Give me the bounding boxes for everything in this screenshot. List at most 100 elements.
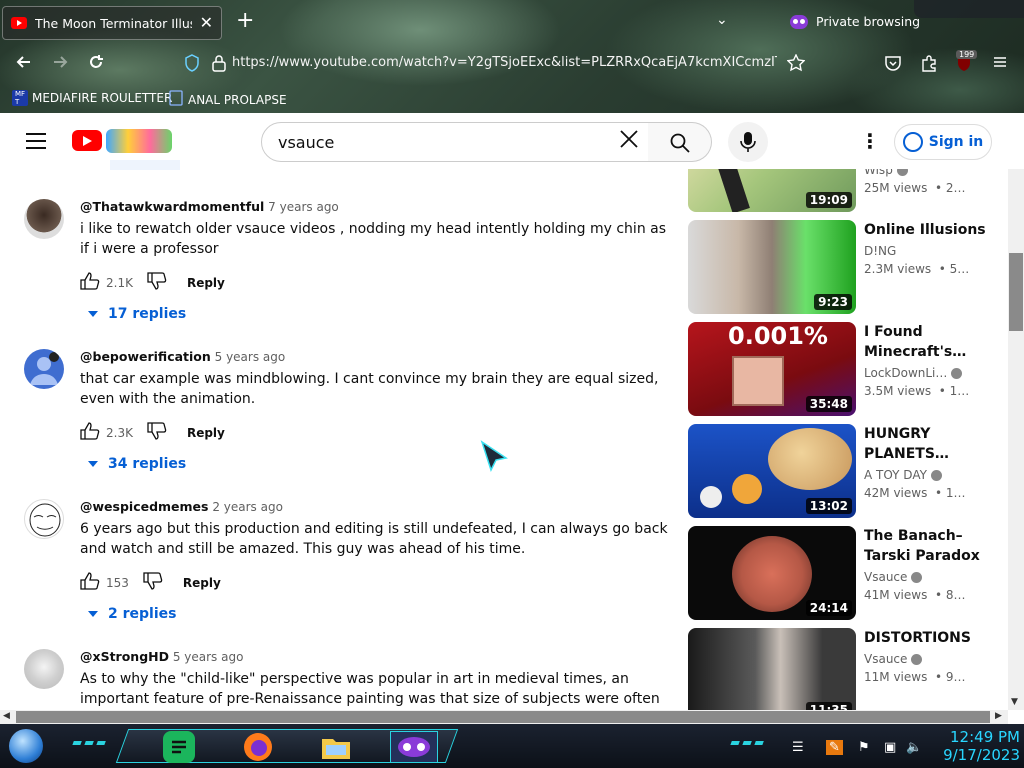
comment-author[interactable]: @Thatawkwardmomentful bbox=[80, 199, 264, 214]
notes-app-icon[interactable] bbox=[163, 731, 195, 763]
action-center-flag-icon[interactable]: ⚑ bbox=[858, 740, 870, 755]
video-card[interactable]: 9:23 Online Illusions D!NG 2.3M views • … bbox=[688, 220, 988, 314]
back-arrow-icon[interactable] bbox=[14, 52, 34, 77]
like-count: 2.1K bbox=[106, 275, 133, 290]
bookmark-star-icon[interactable] bbox=[786, 53, 806, 76]
vertical-scrollbar[interactable] bbox=[1008, 169, 1024, 710]
video-duration: 35:48 bbox=[805, 396, 852, 412]
comment-author[interactable]: @wespicedmemes bbox=[80, 499, 208, 514]
video-thumbnail[interactable]: 19:09 bbox=[688, 169, 856, 212]
reply-button[interactable]: Reply bbox=[187, 426, 225, 440]
like-icon[interactable] bbox=[80, 272, 100, 293]
tray-expand-icon[interactable]: ☰ bbox=[792, 740, 804, 755]
window-controls[interactable] bbox=[914, 0, 1024, 18]
avatar[interactable] bbox=[24, 199, 64, 239]
video-channel[interactable]: Vsauce bbox=[864, 652, 923, 666]
video-thumbnail[interactable]: 24:14 bbox=[688, 526, 856, 620]
reload-icon[interactable] bbox=[86, 52, 106, 77]
view-replies-button[interactable]: 17 replies bbox=[88, 306, 186, 322]
network-icon[interactable]: ▣ bbox=[884, 740, 896, 755]
dislike-icon[interactable] bbox=[143, 572, 163, 593]
video-thumbnail[interactable]: 11:35 bbox=[688, 628, 856, 710]
video-title[interactable]: Online Illusions bbox=[864, 220, 988, 240]
system-clock[interactable]: 12:49 PM 9/17/2023 bbox=[930, 728, 1020, 764]
clear-search-icon[interactable] bbox=[618, 128, 640, 155]
video-duration: 9:23 bbox=[814, 294, 852, 310]
lock-icon[interactable] bbox=[212, 54, 226, 76]
youtube-doodle-logo[interactable] bbox=[106, 129, 172, 153]
bookmark-second[interactable]: ANAL PROLAPSE bbox=[168, 90, 287, 109]
cut-off-replies-link[interactable] bbox=[110, 160, 180, 170]
search-input[interactable]: vsauce bbox=[261, 122, 649, 162]
avatar[interactable] bbox=[24, 649, 64, 689]
video-card[interactable]: 13:02 HUNGRY PLANETS… A TOY DAY 42M view… bbox=[688, 424, 988, 518]
bookmark-mediafire-rouletter[interactable]: MF T MEDIAFIRE ROULETTER bbox=[12, 90, 172, 106]
video-card[interactable]: 0.001% 35:48 I Found Minecraft's… LockDo… bbox=[688, 322, 988, 416]
private-window-taskbar-icon[interactable] bbox=[390, 731, 438, 763]
browser-tab[interactable]: The Moon Terminator Illusion ✕ bbox=[2, 6, 222, 40]
video-thumbnail[interactable]: 13:02 bbox=[688, 424, 856, 518]
video-thumbnail[interactable]: 9:23 bbox=[688, 220, 856, 314]
comment-time[interactable]: 7 years ago bbox=[268, 200, 339, 214]
video-channel[interactable]: D!NG bbox=[864, 244, 896, 258]
tray-app-icon[interactable]: ✎ bbox=[826, 740, 843, 755]
scroll-left-arrow-icon[interactable]: ◀ bbox=[3, 711, 10, 721]
video-title[interactable]: HUNGRY PLANETS… bbox=[864, 424, 988, 464]
file-explorer-icon[interactable] bbox=[320, 731, 352, 763]
voice-search-button[interactable] bbox=[728, 122, 768, 162]
video-title[interactable]: The Banach–Tarski Paradox bbox=[864, 526, 988, 566]
comment-time[interactable]: 5 years ago bbox=[215, 350, 286, 364]
avatar[interactable] bbox=[24, 349, 64, 389]
video-card[interactable]: 11:35 DISTORTIONS Vsauce 11M views • 9… bbox=[688, 628, 988, 710]
search-button[interactable] bbox=[648, 122, 712, 162]
pocket-icon[interactable] bbox=[884, 54, 902, 76]
avatar[interactable] bbox=[24, 499, 64, 539]
view-replies-button[interactable]: 34 replies bbox=[88, 456, 186, 472]
video-duration: 19:09 bbox=[805, 192, 852, 208]
video-card[interactable]: 24:14 The Banach–Tarski Paradox Vsauce 4… bbox=[688, 526, 988, 620]
forward-arrow-icon[interactable] bbox=[50, 52, 70, 77]
video-card[interactable]: 19:09 Wisp 25M views • 2… bbox=[688, 169, 988, 212]
comment-time[interactable]: 5 years ago bbox=[173, 650, 244, 664]
view-replies-button[interactable]: 2 replies bbox=[88, 606, 176, 622]
dislike-icon[interactable] bbox=[147, 272, 167, 293]
like-icon[interactable] bbox=[80, 572, 100, 593]
tracking-shield-icon[interactable] bbox=[184, 54, 200, 76]
scroll-down-arrow-icon[interactable]: ▼ bbox=[1011, 697, 1018, 707]
scroll-right-arrow-icon[interactable]: ▶ bbox=[995, 711, 1002, 721]
vertical-scroll-thumb[interactable] bbox=[1009, 253, 1023, 331]
extensions-puzzle-icon[interactable] bbox=[920, 54, 938, 76]
horizontal-scroll-thumb[interactable] bbox=[16, 711, 990, 723]
settings-more-icon[interactable]: ⋮ bbox=[860, 129, 880, 153]
start-button[interactable] bbox=[9, 729, 43, 763]
tab-list-button[interactable]: ⌄ bbox=[716, 12, 728, 28]
video-stats: 2.3M views • 5… bbox=[864, 262, 970, 276]
sign-in-button[interactable]: Sign in bbox=[894, 124, 992, 160]
reply-button[interactable]: Reply bbox=[183, 576, 221, 590]
video-thumbnail[interactable]: 0.001% 35:48 bbox=[688, 322, 856, 416]
video-channel[interactable]: Wisp bbox=[864, 169, 908, 177]
comment-author[interactable]: @xStrongHD bbox=[80, 649, 169, 664]
address-bar[interactable]: https://www.youtube.com/watch?v=Y2gTSjoE… bbox=[232, 55, 777, 70]
comment-time[interactable]: 2 years ago bbox=[212, 500, 283, 514]
firefox-icon[interactable] bbox=[242, 731, 274, 763]
video-channel[interactable]: Vsauce bbox=[864, 570, 923, 584]
video-channel[interactable]: LockDownLi… bbox=[864, 366, 963, 380]
like-icon[interactable] bbox=[80, 422, 100, 443]
new-tab-button[interactable]: + bbox=[236, 10, 254, 32]
video-title[interactable]: DISTORTIONS bbox=[864, 628, 988, 648]
video-title[interactable]: I Found Minecraft's… bbox=[864, 322, 988, 362]
account-icon bbox=[902, 132, 923, 152]
dislike-icon[interactable] bbox=[147, 422, 167, 443]
volume-icon[interactable]: 🔈 bbox=[906, 740, 922, 755]
video-duration: 24:14 bbox=[805, 600, 852, 616]
video-channel[interactable]: A TOY DAY bbox=[864, 468, 942, 482]
comment-author[interactable]: @bepowerification bbox=[80, 349, 211, 364]
youtube-logo[interactable] bbox=[72, 130, 102, 151]
tab-close-button[interactable]: ✕ bbox=[200, 15, 213, 31]
like-count: 2.3K bbox=[106, 425, 133, 440]
reply-button[interactable]: Reply bbox=[187, 276, 225, 290]
replies-count: 2 replies bbox=[108, 606, 177, 622]
menu-hamburger-icon[interactable] bbox=[992, 54, 1008, 74]
guide-menu-icon[interactable] bbox=[26, 133, 46, 154]
